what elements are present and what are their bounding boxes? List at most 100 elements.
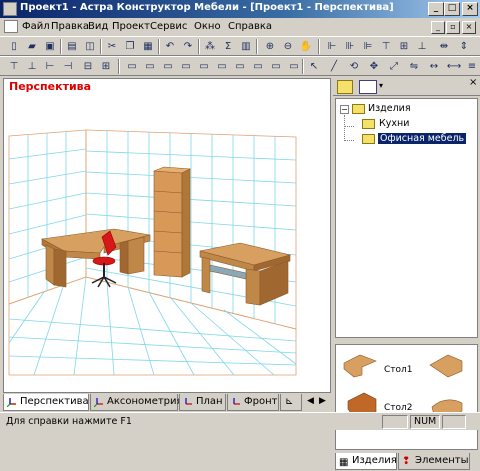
new-icon[interactable]: ▯ — [6, 39, 22, 54]
axes-icon — [7, 398, 16, 407]
zoom-out-icon[interactable]: ⊖ — [280, 39, 296, 54]
mdi-close-button[interactable]: × — [462, 21, 476, 34]
catalog-tree[interactable]: − Изделия Кухни Офисная мебель — [335, 98, 478, 338]
view-back-icon[interactable]: ▭ — [196, 59, 212, 74]
table-corner-thumbnail[interactable] — [428, 351, 466, 381]
panel-close-icon[interactable]: × — [469, 77, 477, 88]
window-title: Проект1 - Астра Конструктор Мебели - [Пр… — [20, 2, 394, 13]
menu-window[interactable]: Окно — [194, 21, 221, 32]
cut-icon[interactable]: ✂ — [104, 39, 120, 54]
save-icon[interactable]: ▣ — [42, 39, 58, 54]
view-persp-icon[interactable]: ▭ — [250, 59, 266, 74]
view-bottom-icon[interactable]: ▭ — [214, 59, 230, 74]
measure-icon[interactable]: ⟷ — [446, 59, 462, 74]
close-button[interactable]: × — [462, 2, 478, 16]
menu-help[interactable]: Справка — [228, 21, 272, 32]
menu-edit[interactable]: Правка — [51, 21, 89, 32]
tree-item-office-furniture[interactable]: Офисная мебель — [378, 133, 467, 144]
tab-elements[interactable]: ❢ Элементы — [398, 453, 470, 470]
tab-elements-label: Элементы — [415, 455, 469, 466]
snap-bottom-icon[interactable]: ⊥ — [24, 59, 40, 74]
align-top-icon[interactable]: ⊤ — [378, 39, 394, 54]
axes-icon — [185, 398, 192, 405]
view-mode-icon[interactable] — [359, 80, 377, 94]
tab-side[interactable]: ⊾ — [280, 394, 302, 411]
elements-icon: ❢ — [402, 456, 411, 467]
distribute-v-icon[interactable]: ⇕ — [456, 39, 472, 54]
tab-axonometry[interactable]: Аксонометрия — [90, 394, 183, 411]
status-caps — [382, 415, 408, 429]
view-mode-dropdown-icon[interactable]: ▾ — [379, 81, 383, 90]
maximize-button[interactable]: □ — [444, 2, 460, 16]
open-folder-icon[interactable] — [337, 80, 353, 94]
align-right-icon[interactable]: ⊫ — [360, 39, 376, 54]
print-icon[interactable]: ▤ — [64, 39, 80, 54]
menu-view[interactable]: Вид — [88, 21, 108, 32]
align-center-icon[interactable]: ⊪ — [342, 39, 358, 54]
view-top-icon[interactable]: ▭ — [178, 59, 194, 74]
view-iso-icon[interactable]: ▭ — [232, 59, 248, 74]
perspective-viewport[interactable]: Перспектива — [3, 78, 331, 393]
menu-project[interactable]: Проект — [112, 21, 150, 32]
undo-icon[interactable]: ↶ — [162, 39, 178, 54]
tab-axonometry-label: Аксонометрия — [107, 396, 183, 407]
scale-icon[interactable]: ⤢ — [386, 59, 402, 74]
standard-toolbar: ▯ ▰ ▣ ▤ ◫ ✂ ❐ ▦ ↶ ↷ ⁂ Σ ▥ ⊕ ⊖ ✋ ⊩ ⊪ ⊫ ⊤ … — [0, 36, 480, 56]
item-thumbnails[interactable]: Стол1 Стол2 — [335, 344, 478, 450]
view-all-icon[interactable]: ▭ — [286, 59, 302, 74]
collapse-icon[interactable]: − — [340, 105, 349, 114]
tab-front[interactable]: Фронт — [227, 394, 279, 411]
tab-products[interactable]: ▦ Изделия — [335, 453, 397, 470]
view-fit-icon[interactable]: ▭ — [268, 59, 284, 74]
folder-open-icon — [362, 134, 375, 144]
pan-icon[interactable]: ✋ — [298, 39, 314, 54]
ungroup-icon[interactable]: ⊞ — [98, 59, 114, 74]
sum-icon[interactable]: Σ — [220, 39, 236, 54]
catalog-toolbar: × — [333, 77, 480, 96]
open-icon[interactable]: ▰ — [24, 39, 40, 54]
menu-file[interactable]: Файл — [22, 21, 50, 32]
tree-item-root[interactable]: Изделия — [368, 103, 411, 114]
group-icon[interactable]: ⊟ — [80, 59, 96, 74]
distribute-h-icon[interactable]: ⇹ — [436, 39, 452, 54]
writing-desk — [199, 242, 292, 306]
snap-top-icon[interactable]: ⊤ — [6, 59, 22, 74]
copy-icon[interactable]: ❐ — [122, 39, 138, 54]
tab-scroll-left-icon[interactable]: ◀ — [307, 396, 317, 408]
menu-service[interactable]: Сервис — [150, 21, 187, 32]
tab-scroll-right-icon[interactable]: ▶ — [319, 396, 329, 408]
mdi-minimize-button[interactable]: _ — [431, 21, 445, 34]
rotate-icon[interactable]: ⟲ — [346, 59, 362, 74]
structure-icon[interactable]: ⁂ — [202, 39, 218, 54]
arrange-toolbar: ⊤ ⊥ ⊢ ⊣ ⊟ ⊞ ▭ ▭ ▭ ▭ ▭ ▭ ▭ ▭ ▭ ▭ ↖ ╱ ⟲ ✥ … — [0, 56, 480, 76]
report-icon[interactable]: ▥ — [238, 39, 254, 54]
tab-perspective[interactable]: Перспектива — [3, 394, 89, 411]
properties-icon[interactable]: ≡ — [464, 59, 480, 74]
snap-right-icon[interactable]: ⊣ — [60, 59, 76, 74]
minimize-button[interactable]: _ — [428, 2, 444, 16]
table1-thumbnail[interactable] — [342, 351, 380, 381]
align-bottom-icon[interactable]: ⊥ — [414, 39, 430, 54]
draw-line-icon[interactable]: ╱ — [326, 59, 342, 74]
view-front-icon[interactable]: ▭ — [124, 59, 140, 74]
paste-icon[interactable]: ▦ — [140, 39, 156, 54]
tree-item-kitchens[interactable]: Кухни — [379, 118, 409, 129]
preview-icon[interactable]: ◫ — [82, 39, 98, 54]
mirror-icon[interactable]: ⇋ — [406, 59, 422, 74]
view-tabs: Перспектива Аксонометрия План Фронт ⊾ ◀ … — [3, 394, 331, 412]
document-icon[interactable] — [4, 20, 18, 33]
tab-plan[interactable]: План — [179, 394, 226, 411]
scene-3d[interactable] — [4, 79, 330, 392]
dimension-icon[interactable]: ↔ — [426, 59, 442, 74]
snap-left-icon[interactable]: ⊢ — [42, 59, 58, 74]
view-right-icon[interactable]: ▭ — [160, 59, 176, 74]
align-middle-icon[interactable]: ⊞ — [396, 39, 412, 54]
view-left-icon[interactable]: ▭ — [142, 59, 158, 74]
move-icon[interactable]: ✥ — [366, 59, 382, 74]
zoom-in-icon[interactable]: ⊕ — [262, 39, 278, 54]
title-bar: Проект1 - Астра Конструктор Мебели - [Пр… — [0, 0, 480, 18]
align-left-icon[interactable]: ⊩ — [324, 39, 340, 54]
select-arrow-icon[interactable]: ↖ — [306, 59, 322, 74]
mdi-restore-button[interactable]: ▫ — [446, 21, 460, 34]
redo-icon[interactable]: ↷ — [180, 39, 196, 54]
